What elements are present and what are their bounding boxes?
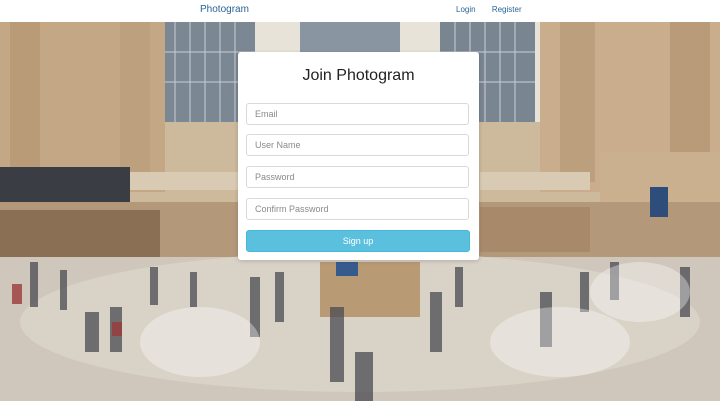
confirm-password-field[interactable] bbox=[246, 198, 469, 220]
login-link[interactable]: Login bbox=[456, 5, 476, 14]
email-field[interactable] bbox=[246, 103, 469, 125]
signup-card: Join Photogram Sign up bbox=[238, 52, 479, 260]
register-link[interactable]: Register bbox=[492, 5, 522, 14]
signup-title: Join Photogram bbox=[302, 67, 415, 84]
password-field[interactable] bbox=[246, 166, 469, 188]
brand-link[interactable]: Photogram bbox=[200, 4, 249, 15]
signup-button[interactable]: Sign up bbox=[246, 230, 470, 252]
username-field[interactable] bbox=[246, 134, 469, 156]
top-navbar: Photogram Login Register bbox=[0, 0, 720, 22]
nav-links: Login Register bbox=[456, 5, 536, 14]
